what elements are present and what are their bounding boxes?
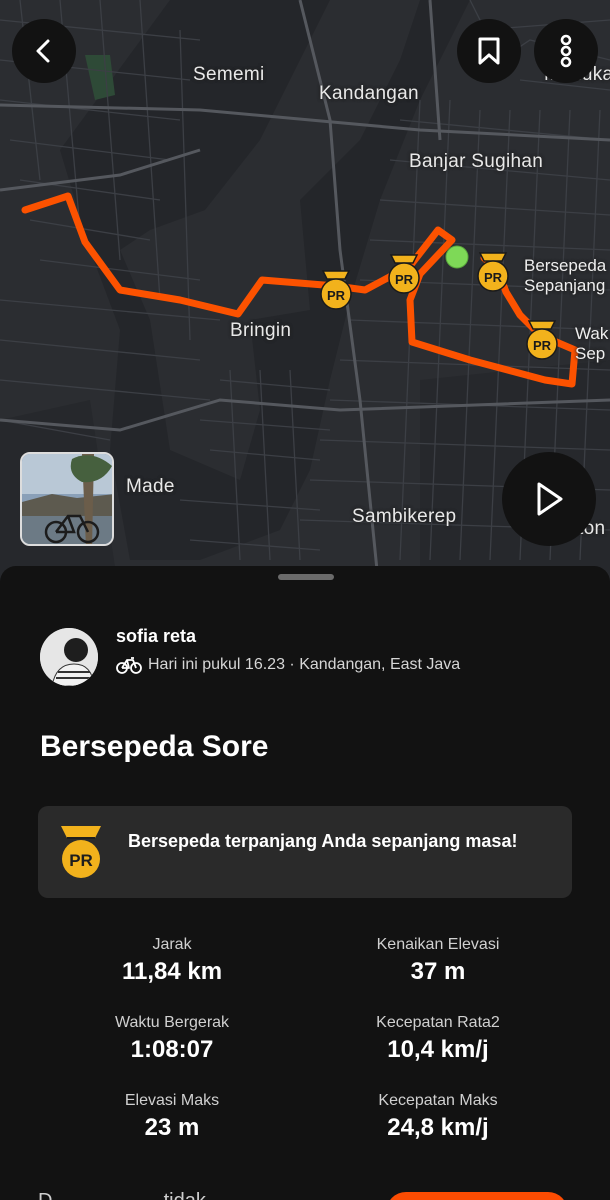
pr-medal-icon: PR — [61, 826, 101, 878]
stat-value: 24,8 km/j — [387, 1114, 489, 1141]
svg-text:PR: PR — [533, 338, 552, 353]
place-label: Kandangan — [319, 83, 419, 104]
stat-label: Jarak — [152, 936, 192, 953]
place-label: Sambikerep — [352, 506, 457, 527]
stat-value: 23 m — [144, 1114, 200, 1141]
stat-label: Kecepatan Rata2 — [376, 1014, 500, 1031]
athlete-name[interactable]: sofia reta — [116, 626, 196, 647]
cutoff-text: D ... ... ... ... ...tidak — [38, 1190, 206, 1200]
stat-label: Kecepatan Maks — [378, 1092, 498, 1109]
pr-marker: PR — [320, 270, 352, 310]
save-button[interactable] — [457, 19, 521, 83]
stat-value: 1:08:07 — [130, 1036, 214, 1063]
activity-photo — [22, 454, 112, 544]
bike-icon — [116, 657, 142, 674]
segment-label-line: Wak — [575, 324, 609, 343]
activity-map[interactable]: PR PR PR PR Sememi Kandangan Banjar Sugi… — [0, 0, 610, 600]
achievement-card[interactable]: PR Bersepeda terpanjang Anda sepanjang m… — [38, 806, 572, 898]
stat-label: Kenaikan Elevasi — [376, 936, 500, 953]
back-button[interactable] — [12, 19, 76, 83]
avatar-image — [40, 628, 98, 686]
activity-title: Bersepeda Sore — [40, 730, 269, 763]
stat-moving-time: Waktu Bergerak 1:08:07 — [42, 1014, 302, 1064]
segment-label-line: Bersepeda — [524, 256, 607, 275]
place-label: Banjar Sugihan — [409, 151, 544, 172]
cutoff-action-button[interactable] — [386, 1192, 568, 1200]
stat-max-speed: Kecepatan Maks 24,8 km/j — [308, 1092, 568, 1142]
segment-label-line: Sep — [575, 344, 606, 363]
bookmark-icon — [478, 37, 500, 65]
pr-marker: PR — [526, 320, 558, 360]
stat-value: 10,4 km/j — [387, 1036, 489, 1063]
place-label: Made — [126, 476, 175, 497]
stat-value: 37 m — [410, 958, 466, 985]
stat-elevation-gain: Kenaikan Elevasi 37 m — [308, 936, 568, 986]
segment-label-line: Sepanjang — [524, 276, 606, 295]
stat-avg-speed: Kecepatan Rata2 10,4 km/j — [308, 1014, 568, 1064]
activity-details-sheet[interactable]: sofia reta Hari ini pukul 16.23 · Kandan… — [0, 566, 610, 1200]
svg-text:PR: PR — [484, 270, 503, 285]
place-label: Bringin — [230, 320, 292, 341]
svg-text:PR: PR — [395, 272, 414, 287]
stat-label: Elevasi Maks — [124, 1092, 220, 1109]
segment-label[interactable]: Wak Sep — [575, 324, 608, 364]
pr-marker: PR — [388, 254, 420, 294]
play-icon — [537, 482, 563, 516]
activity-meta: Hari ini pukul 16.23 · Kandangan, East J… — [116, 656, 460, 674]
place-label: Sememi — [193, 64, 265, 85]
more-vertical-icon — [560, 34, 572, 68]
stat-value: 11,84 km — [121, 958, 223, 985]
avatar[interactable] — [40, 628, 98, 686]
activity-meta-text: Hari ini pukul 16.23 · Kandangan, East J… — [148, 656, 461, 673]
achievement-text: Bersepeda terpanjang Anda sepanjang masa… — [128, 831, 518, 851]
athlete-header[interactable]: sofia reta Hari ini pukul 16.23 · Kandan… — [40, 626, 460, 686]
svg-text:PR: PR — [327, 288, 346, 303]
play-flyby-button[interactable] — [502, 452, 596, 546]
activity-photo-thumbnail[interactable] — [20, 452, 114, 546]
chevron-left-icon — [36, 39, 50, 63]
stat-max-elevation: Elevasi Maks 23 m — [42, 1092, 302, 1142]
stat-label: Waktu Bergerak — [114, 1014, 230, 1031]
stat-distance: Jarak 11,84 km — [42, 936, 302, 986]
segment-label[interactable]: Bersepeda Sepanjang — [524, 256, 606, 296]
pr-marker: PR — [477, 252, 509, 292]
drag-handle[interactable] — [278, 574, 334, 580]
more-options-button[interactable] — [534, 19, 598, 83]
svg-text:PR: PR — [69, 851, 93, 870]
